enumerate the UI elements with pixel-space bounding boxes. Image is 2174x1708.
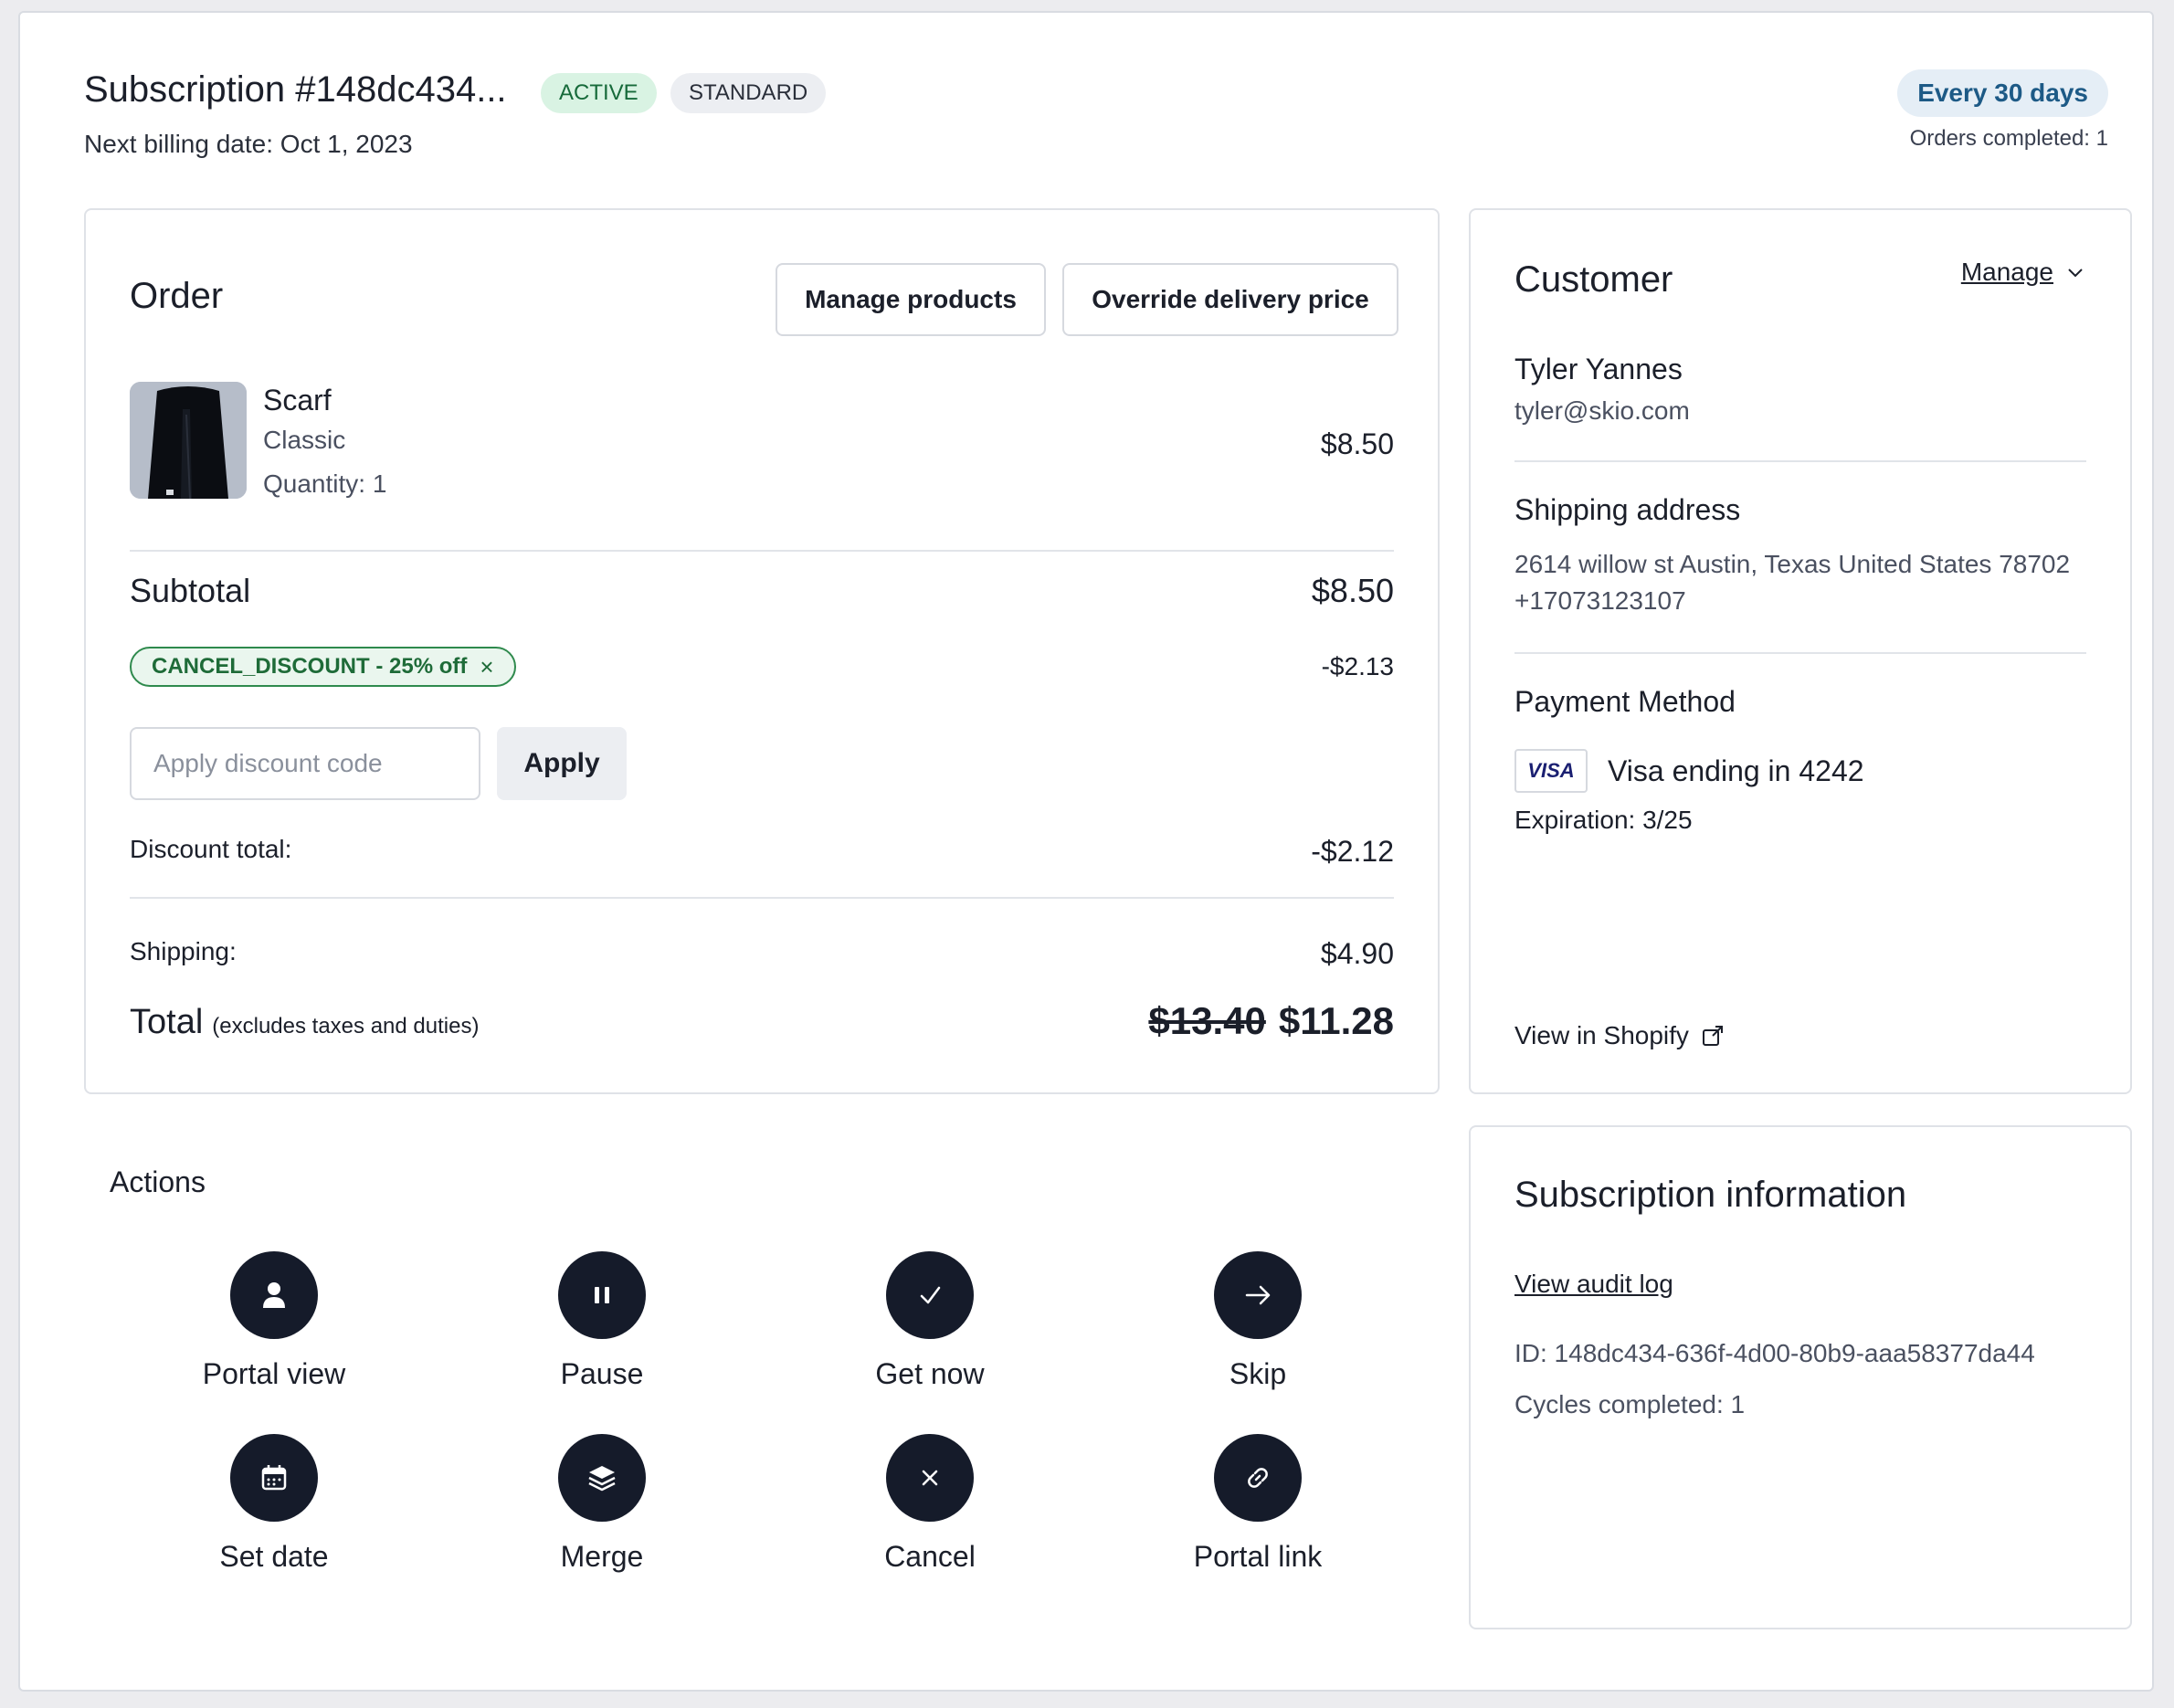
action-label: Set date xyxy=(219,1540,329,1573)
discount-code-label: CANCEL_DISCOUNT - 25% off xyxy=(152,654,468,679)
card-description: Visa ending in 4242 xyxy=(1608,754,1864,787)
portal-link-action[interactable]: Portal link xyxy=(1139,1434,1377,1574)
discount-code-tag: CANCEL_DISCOUNT - 25% off × xyxy=(130,647,516,687)
merge-action[interactable]: Merge xyxy=(483,1434,721,1574)
manage-link[interactable]: Manage xyxy=(1961,258,2053,287)
action-label: Portal link xyxy=(1193,1540,1323,1573)
portal-view-action[interactable]: Portal view xyxy=(155,1251,393,1391)
manage-products-button[interactable]: Manage products xyxy=(776,263,1046,336)
subscription-info-title: Subscription information xyxy=(1514,1175,1907,1215)
get-now-action[interactable]: Get now xyxy=(811,1251,1049,1391)
status-badge: ACTIVE xyxy=(541,73,657,113)
skip-action[interactable]: Skip xyxy=(1139,1251,1377,1391)
total-values: $13.40 $11.28 xyxy=(1148,999,1394,1043)
payment-method-title: Payment Method xyxy=(1514,685,1736,718)
customer-card: Customer Manage Tyler Yannes tyler@skio.… xyxy=(1469,208,2132,1094)
shipping-label: Shipping: xyxy=(130,937,237,965)
action-label: Cancel xyxy=(884,1540,976,1573)
card-expiration: Expiration: 3/25 xyxy=(1514,806,1693,834)
discount-code-amount: -$2.13 xyxy=(1321,652,1394,680)
view-in-shopify-label[interactable]: View in Shopify xyxy=(1514,1021,1689,1050)
subscription-id: ID: 148dc434-636f-4d00-80b9-aaa58377da44 xyxy=(1514,1339,2035,1367)
discount-code-input[interactable] xyxy=(130,727,480,800)
person-icon[interactable] xyxy=(230,1251,318,1339)
customer-email: tyler@skio.com xyxy=(1514,396,1690,425)
remove-discount-icon[interactable]: × xyxy=(480,653,493,681)
divider xyxy=(130,897,1394,899)
order-card: Order Manage products Override delivery … xyxy=(84,208,1440,1094)
discount-total-label: Discount total: xyxy=(130,835,292,863)
calendar-icon[interactable] xyxy=(230,1434,318,1522)
shipping-address-title: Shipping address xyxy=(1514,493,1741,526)
external-link-icon xyxy=(1702,1026,1723,1046)
product-name: Scarf xyxy=(263,384,332,416)
chevron-down-icon xyxy=(2068,269,2083,278)
layers-icon[interactable] xyxy=(558,1434,646,1522)
close-icon[interactable] xyxy=(886,1434,974,1522)
arrow-right-icon[interactable] xyxy=(1214,1251,1302,1339)
manage-dropdown[interactable]: Manage xyxy=(1961,258,2086,287)
product-quantity: Quantity: 1 xyxy=(263,469,387,498)
override-delivery-price-button[interactable]: Override delivery price xyxy=(1062,263,1398,336)
view-in-shopify-link[interactable]: View in Shopify xyxy=(1514,1021,1725,1050)
product-variant: Classic xyxy=(263,426,346,454)
action-label: Get now xyxy=(875,1357,985,1390)
visa-card-icon: VISA xyxy=(1514,749,1588,793)
divider xyxy=(1514,460,2086,462)
product-price: $8.50 xyxy=(1320,427,1394,460)
total-label: Total xyxy=(130,1003,204,1041)
action-label: Merge xyxy=(560,1540,644,1573)
action-label: Portal view xyxy=(202,1357,346,1390)
frequency-badge: Every 30 days xyxy=(1897,69,2108,117)
divider xyxy=(130,550,1394,552)
total-note: (excludes taxes and duties) xyxy=(212,1014,480,1039)
total-value: $11.28 xyxy=(1278,999,1394,1042)
subscription-page: Subscription #148dc434... ACTIVE STANDAR… xyxy=(18,11,2154,1692)
link-icon[interactable] xyxy=(1214,1434,1302,1522)
check-icon[interactable] xyxy=(886,1251,974,1339)
subtotal-label: Subtotal xyxy=(130,572,251,609)
apply-discount-button[interactable]: Apply xyxy=(497,727,627,800)
set-date-action[interactable]: Set date xyxy=(155,1434,393,1574)
customer-title: Customer xyxy=(1514,259,1673,300)
cancel-action[interactable]: Cancel xyxy=(811,1434,1049,1574)
shipping-address: 2614 willow st Austin, Texas United Stat… xyxy=(1514,550,2071,578)
pause-icon[interactable] xyxy=(558,1251,646,1339)
shipping-phone: +17073123107 xyxy=(1514,586,1686,615)
actions-title: Actions xyxy=(110,1165,206,1198)
page-title: Subscription #148dc434... xyxy=(84,69,507,110)
subscription-info-card: Subscription information View audit log … xyxy=(1469,1125,2132,1629)
shipping-value: $4.90 xyxy=(1320,937,1394,970)
customer-name: Tyler Yannes xyxy=(1514,353,1683,385)
product-image xyxy=(130,382,247,499)
subtotal-value: $8.50 xyxy=(1311,572,1394,609)
view-audit-log-link[interactable]: View audit log xyxy=(1514,1270,1673,1299)
divider xyxy=(1514,652,2086,654)
type-badge: STANDARD xyxy=(670,73,827,113)
discount-total-value: -$2.12 xyxy=(1311,835,1394,868)
cycles-completed: Cycles completed: 1 xyxy=(1514,1390,1746,1418)
total-original: $13.40 xyxy=(1148,999,1266,1042)
action-label: Skip xyxy=(1229,1357,1287,1390)
orders-completed: Orders completed: 1 xyxy=(1909,126,2108,151)
next-billing-date: Next billing date: Oct 1, 2023 xyxy=(84,130,413,158)
total-row: Total (excludes taxes and duties) xyxy=(130,1003,479,1042)
pause-action[interactable]: Pause xyxy=(483,1251,721,1391)
order-title: Order xyxy=(130,276,224,316)
action-label: Pause xyxy=(560,1357,644,1390)
